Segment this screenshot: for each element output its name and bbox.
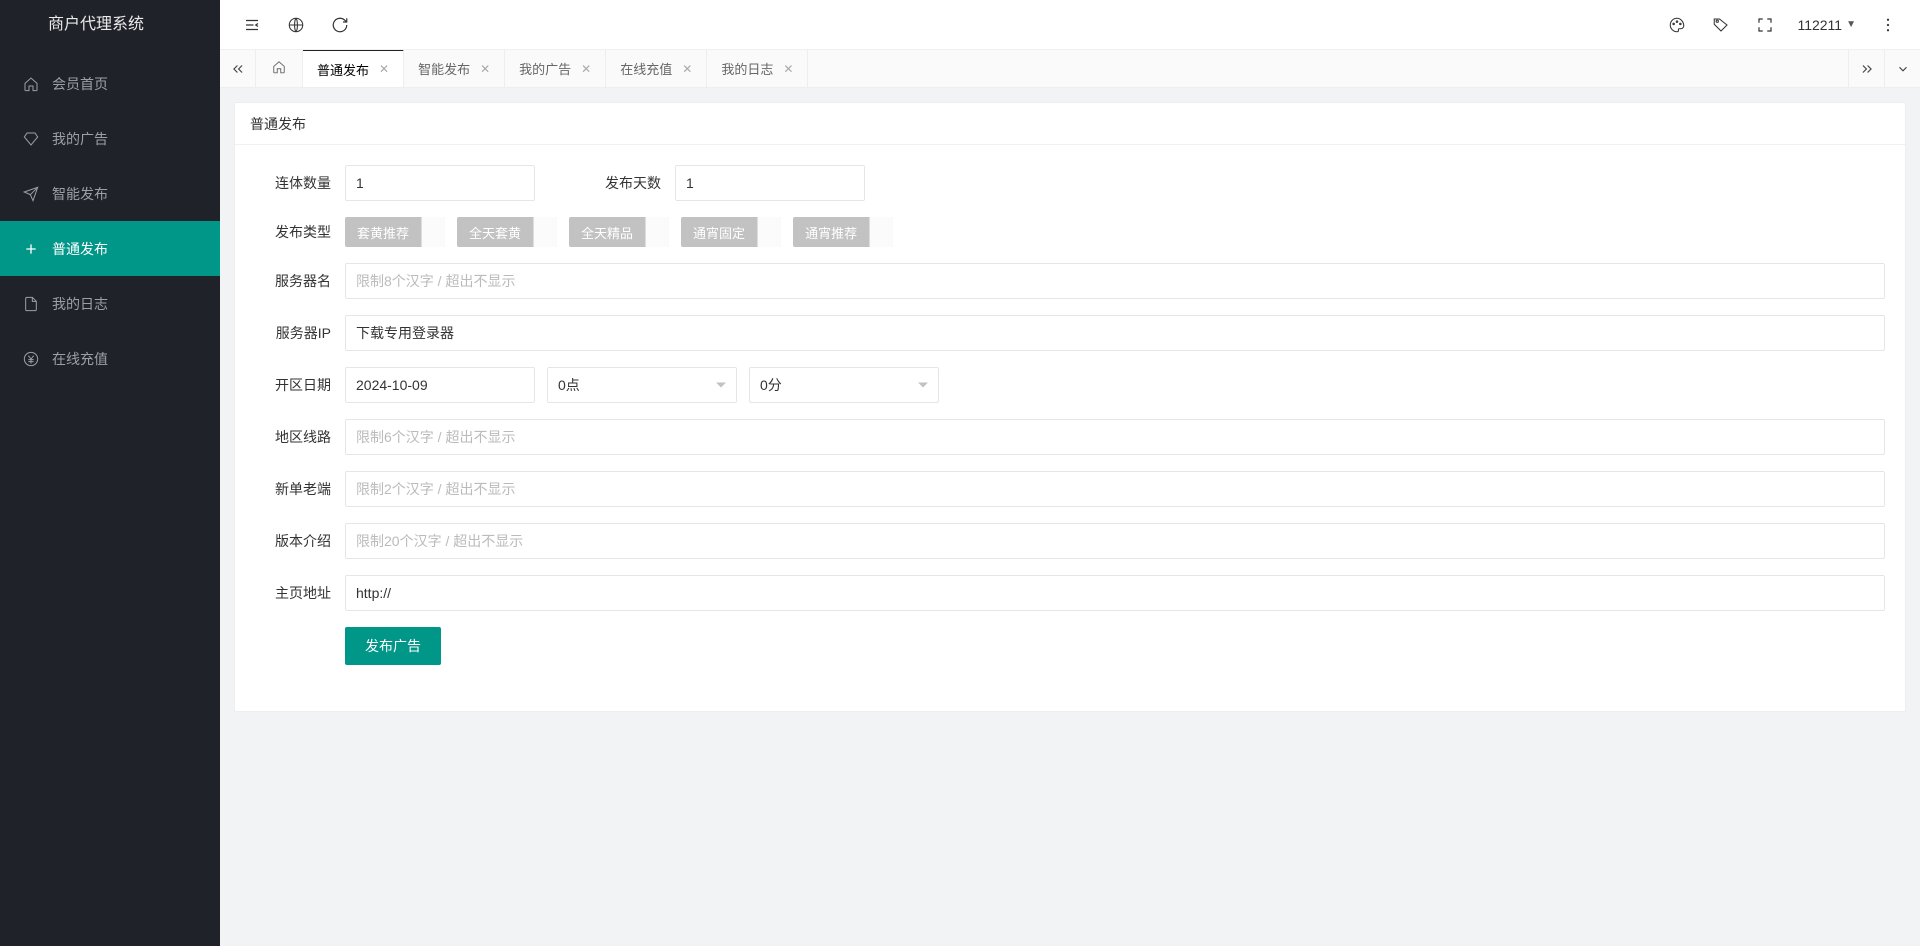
qty-label: 连体数量 xyxy=(255,173,345,193)
nav-label: 我的广告 xyxy=(52,129,108,149)
refresh-button[interactable] xyxy=(318,0,362,50)
close-icon[interactable]: ✕ xyxy=(480,62,490,76)
close-icon[interactable]: ✕ xyxy=(581,62,591,76)
opendate-input[interactable] xyxy=(345,367,535,403)
tabs-dropdown[interactable] xyxy=(1884,50,1920,87)
header: 112211 ▼ xyxy=(220,0,1920,50)
type-tag-label: 全天精品 xyxy=(569,223,645,242)
main-content: 普通发布 连体数量 发布天数 发布类型 套黄推荐 xyxy=(220,88,1920,946)
tabs-bar: 普通发布 ✕ 智能发布 ✕ 我的广告 ✕ 在线充值 ✕ 我的日志 ✕ xyxy=(220,50,1920,88)
diamond-icon xyxy=(22,130,40,148)
nav-label: 在线充值 xyxy=(52,349,108,369)
tab-smart-publish[interactable]: 智能发布 ✕ xyxy=(404,50,505,87)
palette-button[interactable] xyxy=(1655,0,1699,50)
more-button[interactable] xyxy=(1866,0,1910,50)
tabs-scroll-right[interactable] xyxy=(1848,50,1884,87)
newold-label: 新单老端 xyxy=(255,479,345,499)
menu-toggle-button[interactable] xyxy=(230,0,274,50)
type-tag-3[interactable]: 全天精品 xyxy=(569,217,669,247)
plus-icon xyxy=(22,240,40,258)
form-card: 普通发布 连体数量 发布天数 发布类型 套黄推荐 xyxy=(234,102,1906,712)
close-icon[interactable]: ✕ xyxy=(783,62,793,76)
nav-label: 我的日志 xyxy=(52,294,108,314)
nav-item-smart[interactable]: 智能发布 xyxy=(0,166,220,221)
tab-label: 普通发布 xyxy=(317,60,369,79)
caret-down-icon: ▼ xyxy=(1846,19,1856,30)
submit-button[interactable]: 发布广告 xyxy=(345,627,441,665)
homepage-input[interactable] xyxy=(345,575,1885,611)
tab-normal-publish[interactable]: 普通发布 ✕ xyxy=(303,50,404,87)
serverip-label: 服务器IP xyxy=(255,323,345,343)
tab-label: 在线充值 xyxy=(620,59,672,78)
nav-label: 会员首页 xyxy=(52,74,108,94)
days-label: 发布天数 xyxy=(585,173,675,193)
newold-input[interactable] xyxy=(345,471,1885,507)
username: 112211 xyxy=(1797,17,1842,33)
opendate-label: 开区日期 xyxy=(255,375,345,395)
card-title: 普通发布 xyxy=(235,103,1905,145)
nav-label: 智能发布 xyxy=(52,184,108,204)
sidebar: 商户代理系统 会员首页 我的广告 智能发布 普通发布 xyxy=(0,0,220,946)
qty-input[interactable] xyxy=(345,165,535,201)
tabs-scroll: 普通发布 ✕ 智能发布 ✕ 我的广告 ✕ 在线充值 ✕ 我的日志 ✕ xyxy=(256,50,1848,87)
file-icon xyxy=(22,295,40,313)
region-input[interactable] xyxy=(345,419,1885,455)
tab-myads[interactable]: 我的广告 ✕ xyxy=(505,50,606,87)
tab-label: 我的日志 xyxy=(721,59,773,78)
minute-value: 0分 xyxy=(760,375,782,395)
checkbox-icon xyxy=(645,217,669,247)
version-input[interactable] xyxy=(345,523,1885,559)
tag-button[interactable] xyxy=(1699,0,1743,50)
tab-recharge[interactable]: 在线充值 ✕ xyxy=(606,50,707,87)
user-menu[interactable]: 112211 ▼ xyxy=(1787,0,1866,50)
servername-input[interactable] xyxy=(345,263,1885,299)
tab-home[interactable] xyxy=(256,50,303,87)
hour-select[interactable]: 0点 xyxy=(547,367,737,403)
type-tag-4[interactable]: 通宵固定 xyxy=(681,217,781,247)
type-tag-label: 套黄推荐 xyxy=(345,223,421,242)
yen-icon xyxy=(22,350,40,368)
type-tag-label: 全天套黄 xyxy=(457,223,533,242)
send-icon xyxy=(22,185,40,203)
nav-item-normal[interactable]: 普通发布 xyxy=(0,221,220,276)
tabs-scroll-left[interactable] xyxy=(220,50,256,87)
servername-label: 服务器名 xyxy=(255,271,345,291)
homepage-label: 主页地址 xyxy=(255,583,345,603)
tab-label: 我的广告 xyxy=(519,59,571,78)
chevron-down-icon xyxy=(716,383,726,388)
minute-select[interactable]: 0分 xyxy=(749,367,939,403)
tab-logs[interactable]: 我的日志 ✕ xyxy=(707,50,808,87)
hour-value: 0点 xyxy=(558,375,580,395)
checkbox-icon xyxy=(869,217,893,247)
nav-item-home[interactable]: 会员首页 xyxy=(0,56,220,111)
chevron-down-icon xyxy=(918,383,928,388)
globe-button[interactable] xyxy=(274,0,318,50)
type-tag-2[interactable]: 全天套黄 xyxy=(457,217,557,247)
tab-label: 智能发布 xyxy=(418,59,470,78)
type-tag-label: 通宵固定 xyxy=(681,223,757,242)
checkbox-icon xyxy=(421,217,445,247)
home-icon xyxy=(272,60,286,77)
fullscreen-button[interactable] xyxy=(1743,0,1787,50)
checkbox-icon xyxy=(533,217,557,247)
home-icon xyxy=(22,75,40,93)
app-title: 商户代理系统 xyxy=(0,0,220,50)
version-label: 版本介绍 xyxy=(255,531,345,551)
serverip-input[interactable] xyxy=(345,315,1885,351)
pubtype-label: 发布类型 xyxy=(255,222,345,242)
nav-item-recharge[interactable]: 在线充值 xyxy=(0,331,220,386)
type-tag-1[interactable]: 套黄推荐 xyxy=(345,217,445,247)
nav-item-myads[interactable]: 我的广告 xyxy=(0,111,220,166)
nav-label: 普通发布 xyxy=(52,239,108,259)
close-icon[interactable]: ✕ xyxy=(379,62,389,76)
nav-item-logs[interactable]: 我的日志 xyxy=(0,276,220,331)
days-input[interactable] xyxy=(675,165,865,201)
close-icon[interactable]: ✕ xyxy=(682,62,692,76)
nav-list: 会员首页 我的广告 智能发布 普通发布 我的日志 xyxy=(0,50,220,386)
type-tag-5[interactable]: 通宵推荐 xyxy=(793,217,893,247)
checkbox-icon xyxy=(757,217,781,247)
region-label: 地区线路 xyxy=(255,427,345,447)
type-tag-label: 通宵推荐 xyxy=(793,223,869,242)
